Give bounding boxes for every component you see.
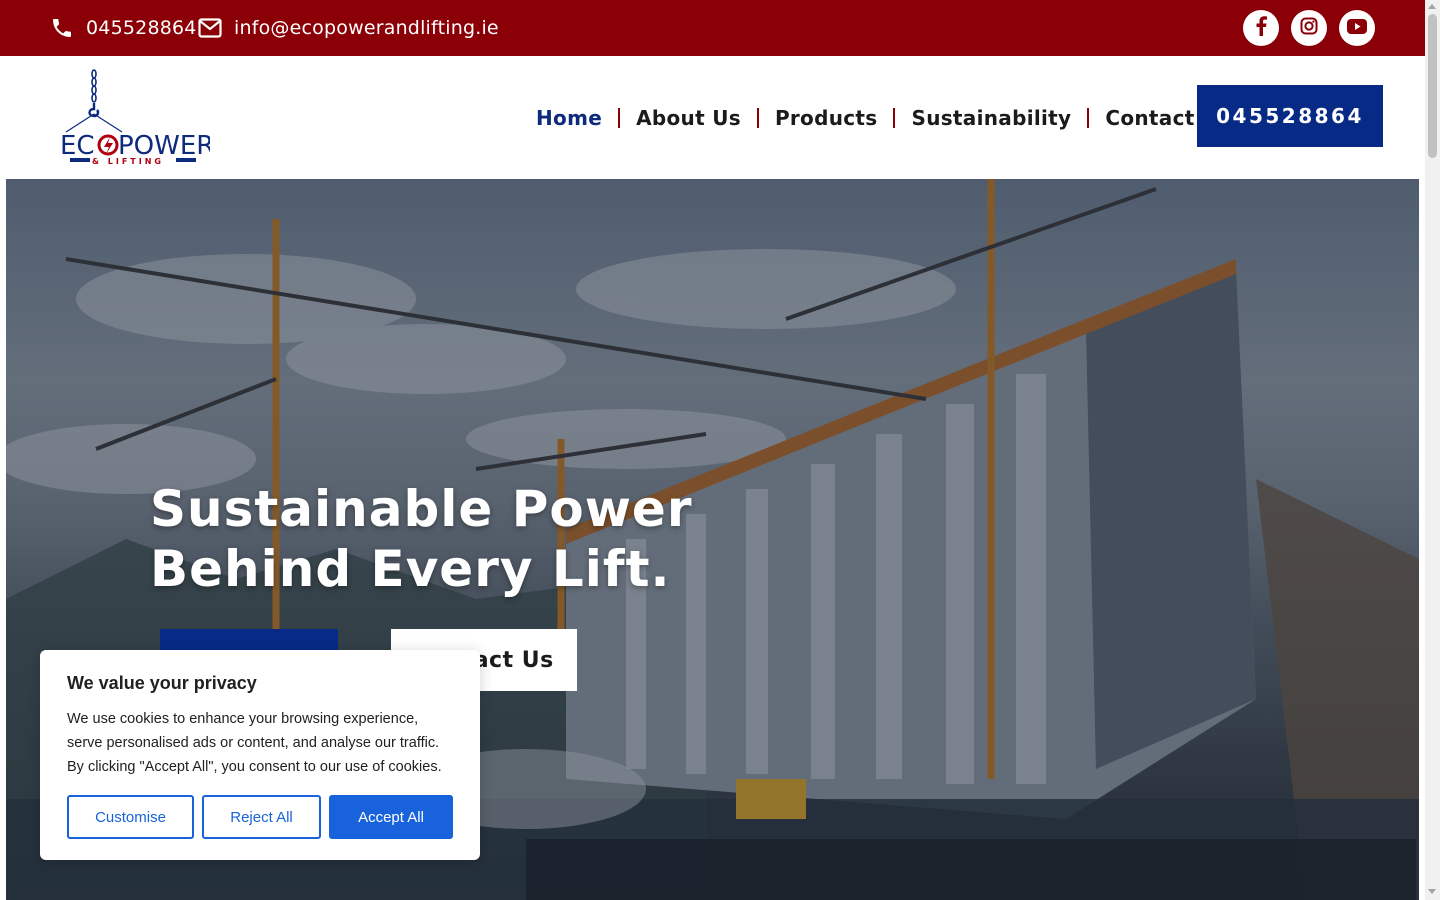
instagram-link[interactable]	[1291, 10, 1327, 46]
svg-text:EC: EC	[60, 131, 95, 161]
youtube-icon	[1347, 18, 1367, 38]
site-logo[interactable]: EC POWER & LIFTING	[58, 68, 214, 168]
cookie-customise-button[interactable]: Customise	[67, 795, 194, 839]
envelope-icon	[198, 18, 222, 38]
topbar-phone-link[interactable]: 045528864	[50, 0, 197, 56]
svg-text:& LIFTING: & LIFTING	[92, 157, 164, 166]
scroll-up-arrow-icon[interactable]	[1428, 4, 1436, 9]
main-nav: Home About Us Products Sustainability Co…	[520, 56, 1247, 179]
nav-sustainability[interactable]: Sustainability	[895, 106, 1087, 130]
facebook-icon	[1255, 16, 1267, 40]
scroll-down-arrow-icon[interactable]	[1428, 889, 1436, 894]
cookie-accept-all-button[interactable]: Accept All	[329, 795, 453, 839]
cookie-consent-banner: We value your privacy We use cookies to …	[40, 650, 480, 860]
topbar-email-text: info@ecopowerandlifting.ie	[234, 17, 499, 39]
topbar-phone-text: 045528864	[86, 17, 197, 39]
site-header: EC POWER & LIFTING Home About Us Product…	[0, 56, 1425, 179]
cookie-title: We value your privacy	[67, 673, 257, 693]
hero-title-line-1: Sustainable Power	[150, 480, 693, 538]
instagram-icon	[1300, 17, 1318, 39]
cookie-reject-all-button[interactable]: Reject All	[202, 795, 321, 839]
top-bar: 045528864 info@ecopowerandlifting.ie	[0, 0, 1425, 56]
youtube-link[interactable]	[1339, 10, 1375, 46]
cookie-description: We use cookies to enhance your browsing …	[67, 711, 442, 775]
topbar-email-link[interactable]: info@ecopowerandlifting.ie	[198, 0, 499, 56]
facebook-link[interactable]	[1243, 10, 1279, 46]
nav-about-us[interactable]: About Us	[620, 106, 757, 130]
hero-title: Sustainable Power Behind Every Lift.	[150, 479, 693, 599]
hero-title-line-2: Behind Every Lift.	[150, 540, 671, 598]
phone-icon	[50, 16, 74, 40]
nav-products[interactable]: Products	[759, 106, 894, 130]
page-scrollbar[interactable]	[1425, 0, 1440, 900]
nav-home[interactable]: Home	[520, 106, 618, 130]
scrollbar-thumb[interactable]	[1428, 14, 1437, 158]
header-call-button[interactable]: 045528864	[1197, 85, 1383, 147]
